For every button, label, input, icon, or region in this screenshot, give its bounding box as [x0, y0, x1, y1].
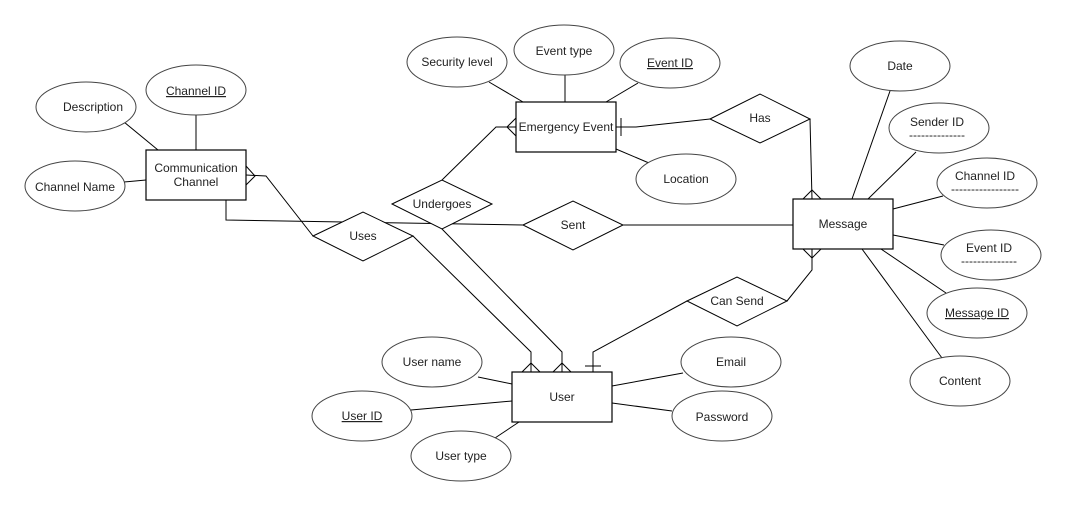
relationship-label: Undergoes: [413, 197, 472, 211]
relationship-sent[interactable]: Sent: [521, 200, 625, 251]
relationship-undergoes[interactable]: Undergoes: [390, 179, 494, 230]
foreign-key-mark: --------------: [961, 254, 1017, 268]
attribute-sender-id-fk[interactable]: Sender ID--------------: [888, 102, 990, 154]
attribute-date[interactable]: Date: [849, 40, 951, 92]
attribute-label: Password: [696, 410, 749, 424]
entity-user[interactable]: User: [511, 371, 613, 423]
attribute-label: Event ID: [647, 56, 693, 70]
attribute-event-id-fk[interactable]: Event ID--------------: [940, 229, 1042, 281]
relationship-has[interactable]: Has: [708, 93, 812, 144]
attribute-label: Security level: [421, 55, 492, 69]
attribute-description[interactable]: Description: [35, 81, 137, 133]
relationship-label: Has: [749, 111, 770, 125]
entity-label: Communication: [154, 161, 237, 175]
attribute-user-type[interactable]: User type: [410, 430, 512, 482]
attribute-label: Channel ID: [955, 169, 1015, 183]
entity-message[interactable]: Message: [792, 198, 894, 250]
foreign-key-mark: --------------: [909, 128, 965, 142]
attribute-label: Description: [63, 100, 123, 114]
attribute-security-level[interactable]: Security level: [406, 36, 508, 88]
relationship-label: Uses: [349, 229, 376, 243]
attribute-label: Location: [663, 172, 708, 186]
attribute-content[interactable]: Content: [909, 355, 1011, 407]
attribute-user-name[interactable]: User name: [381, 336, 483, 388]
relationship-can-send[interactable]: Can Send: [685, 276, 789, 327]
attribute-channel-name[interactable]: Channel Name: [24, 160, 126, 212]
entity-emergency-event[interactable]: Emergency Event: [515, 101, 617, 153]
attribute-channel-id-fk[interactable]: Channel ID-----------------: [936, 157, 1038, 209]
attribute-label: Event ID: [966, 241, 1012, 255]
attribute-label: Sender ID: [910, 115, 964, 129]
attribute-label: Message ID: [945, 306, 1009, 320]
er-diagram: Communication Channel Emergency Event Me…: [24, 24, 1042, 482]
attribute-label: Content: [939, 374, 982, 388]
attribute-event-id-pk[interactable]: Event ID: [619, 37, 721, 89]
attribute-label: User type: [435, 449, 487, 463]
attribute-event-type[interactable]: Event type: [513, 24, 615, 76]
attribute-label: Date: [887, 59, 913, 73]
entity-label: Channel: [174, 175, 219, 189]
relationship-label: Can Send: [710, 294, 763, 308]
entity-label: User: [549, 390, 574, 404]
attribute-label: User ID: [342, 409, 383, 423]
attribute-location[interactable]: Location: [635, 153, 737, 205]
entity-label: Emergency Event: [519, 120, 614, 134]
foreign-key-mark: -----------------: [951, 182, 1019, 196]
attribute-user-id-pk[interactable]: User ID: [311, 390, 413, 442]
relationship-label: Sent: [561, 218, 586, 232]
attribute-label: Event type: [536, 44, 593, 58]
attribute-password[interactable]: Password: [671, 390, 773, 442]
attribute-message-id-pk[interactable]: Message ID: [926, 287, 1028, 339]
attribute-email[interactable]: Email: [680, 336, 782, 388]
attribute-label: User name: [403, 355, 462, 369]
attribute-label: Channel Name: [35, 180, 115, 194]
attribute-label: Channel ID: [166, 84, 226, 98]
attribute-channel-id-pk[interactable]: Channel ID: [145, 64, 247, 116]
relationship-uses[interactable]: Uses: [311, 211, 415, 262]
attribute-label: Email: [716, 355, 746, 369]
entity-label: Message: [819, 217, 868, 231]
entity-communication-channel[interactable]: Communication Channel: [145, 149, 247, 201]
